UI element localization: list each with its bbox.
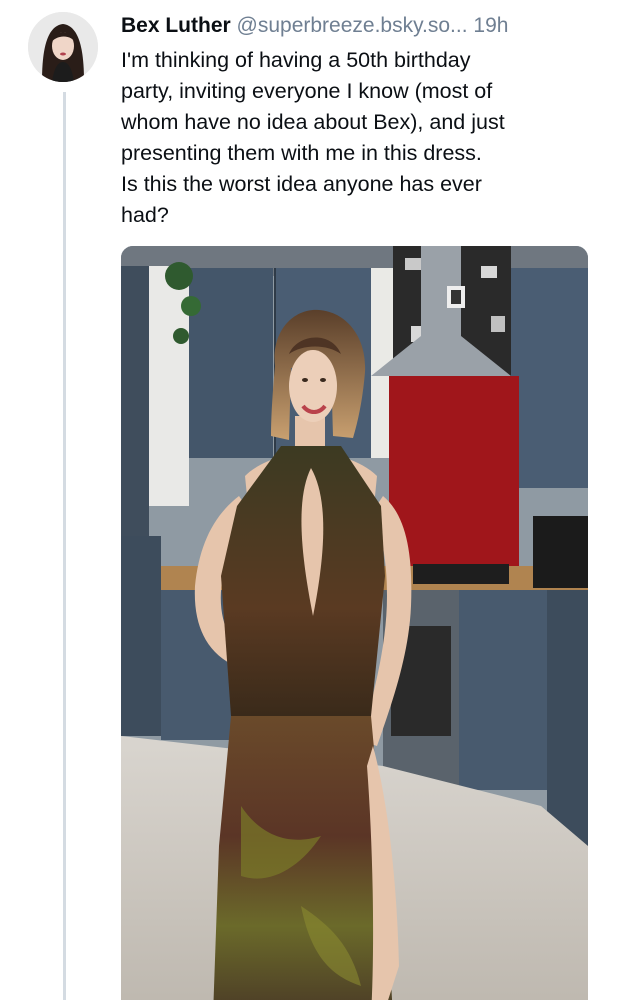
- post-text-line-highlighted: Is this the worst idea anyone has ever: [121, 172, 482, 196]
- person-in-long-dress-kitchen-photo: [121, 246, 588, 1000]
- post-header: Bex Luther @superbreeze.bsky.so... 19h: [121, 13, 601, 39]
- avatar-photo-icon: [28, 12, 98, 82]
- post-text-line: whom have no idea about Bex), and just: [121, 110, 505, 134]
- author-handle[interactable]: @superbreeze.bsky.so...: [237, 14, 468, 37]
- post-image[interactable]: [121, 246, 588, 1000]
- post-text: I'm thinking of having a 50th birthday p…: [99, 45, 597, 231]
- thread-line: [63, 92, 66, 1000]
- highlighted-question: Is this the worst idea anyone has ever h…: [99, 169, 597, 231]
- post-text-line: I'm thinking of having a 50th birthday: [121, 48, 471, 72]
- author-avatar[interactable]: [28, 12, 98, 82]
- post-timestamp[interactable]: 19h: [473, 14, 508, 37]
- author-name[interactable]: Bex Luther: [121, 14, 231, 37]
- post-text-line: party, inviting everyone I know (most of: [121, 79, 493, 103]
- post-text-line-highlighted: had?: [121, 203, 169, 227]
- post-text-line: presenting them with me in this dress.: [121, 141, 482, 165]
